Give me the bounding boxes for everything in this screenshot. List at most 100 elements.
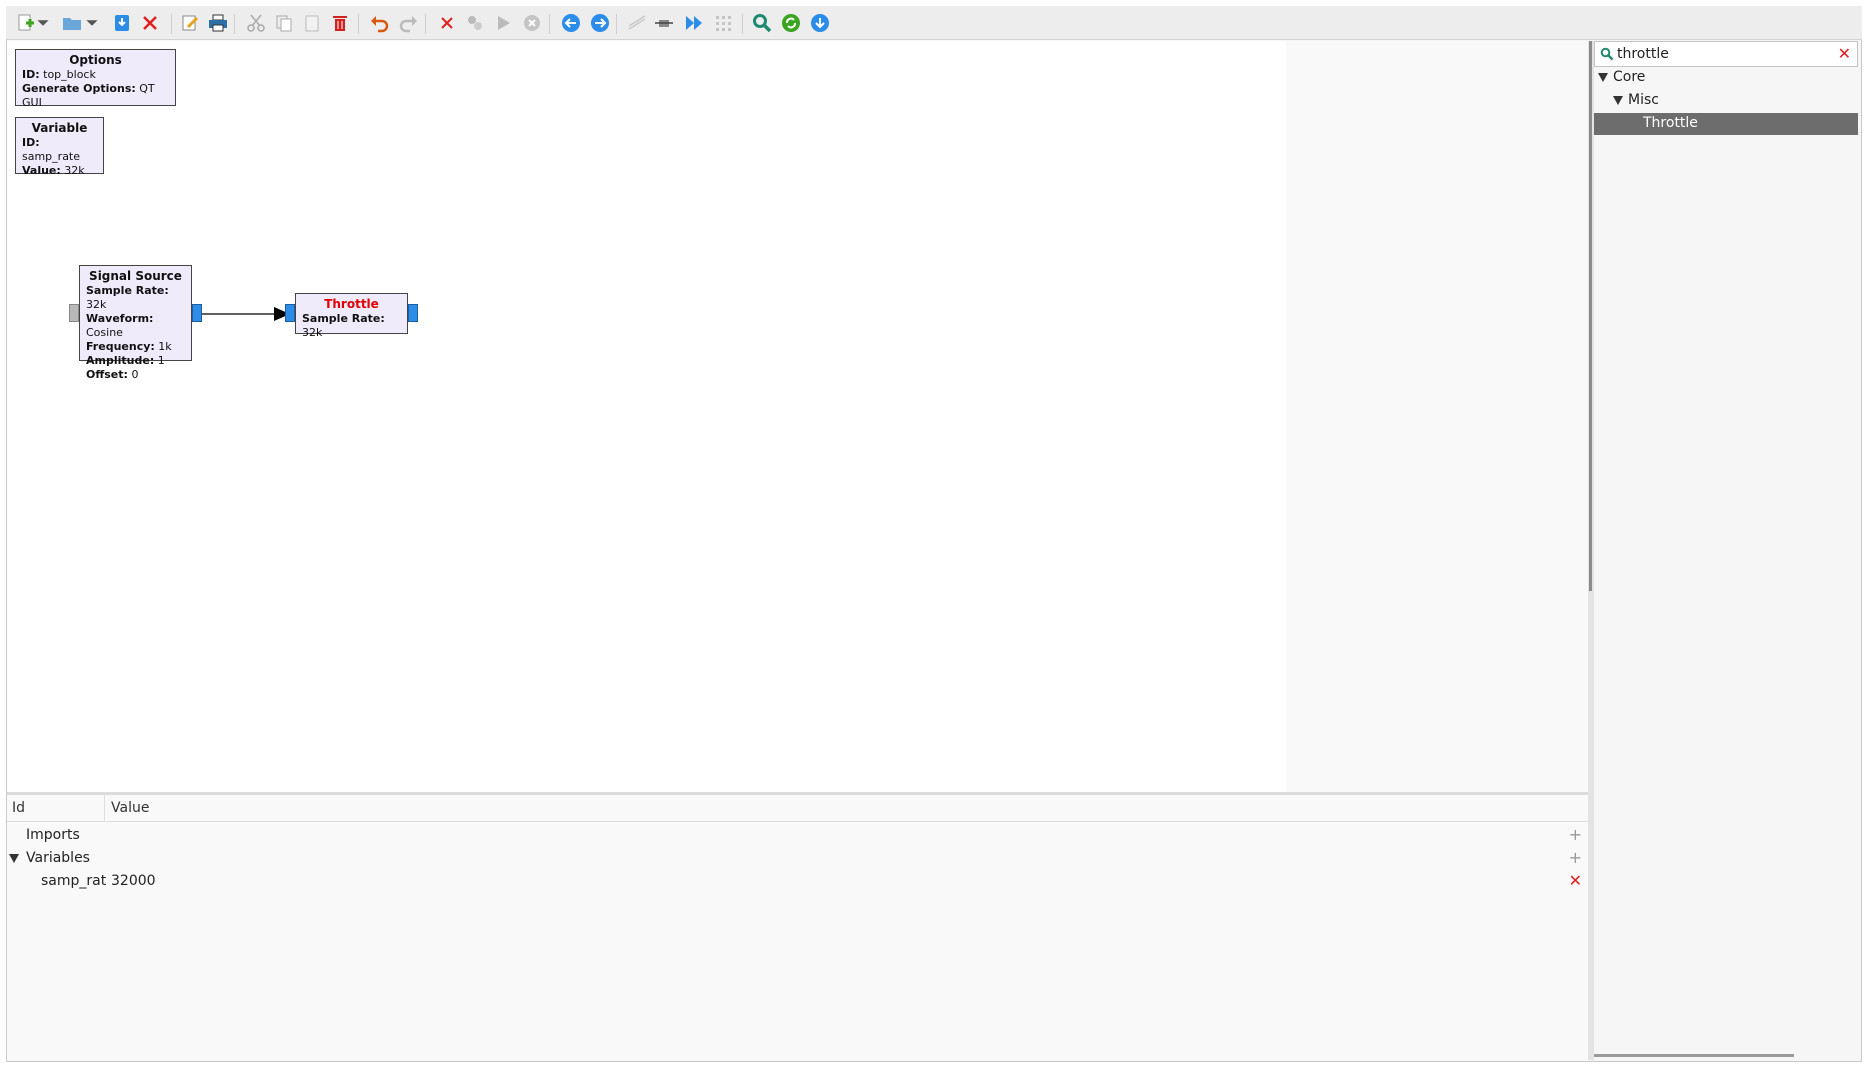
close-icon [441,17,453,29]
options-block[interactable]: Options ID: top_block Generate Options: … [15,49,176,109]
stop-button[interactable] [520,12,544,34]
toolbar-separator [234,14,235,34]
run-all-button[interactable] [682,12,706,34]
tree-item-misc[interactable]: Misc [1594,90,1858,112]
download-button[interactable] [808,12,832,34]
stop-icon [524,15,540,31]
tree-label: Misc [1628,92,1659,108]
block-library-panel: ✕ Core Misc Throttle [1594,41,1860,1060]
signal-source-block[interactable]: Signal Source Sample Rate: 32k Waveform:… [79,265,192,381]
variable-value: 32000 [111,873,156,889]
download-icon [811,14,829,32]
copy-icon [276,15,292,32]
forward-button[interactable] [588,12,612,34]
toolbar-separator [358,14,359,34]
grid-icon [716,16,731,31]
disable-block-button[interactable] [625,12,649,34]
add-import-icon[interactable]: + [1569,825,1582,844]
block-param: Value: 32k [22,164,85,177]
signal-source-output-port[interactable] [192,304,202,322]
column-id-header[interactable]: Id [12,800,25,816]
throttle-block[interactable]: Throttle Sample Rate: 32k [295,293,408,339]
library-search-box[interactable]: ✕ [1594,41,1858,67]
imports-label: Imports [26,827,80,843]
tree-item-throttle[interactable]: Throttle [1594,113,1858,135]
new-dropdown-button[interactable] [36,12,50,34]
execute-button[interactable] [491,12,515,34]
new-flowgraph-button[interactable] [14,12,38,34]
horizontal-scrollbar[interactable] [1594,1054,1794,1057]
scissors-icon [247,14,265,32]
new-file-icon [18,14,34,31]
redo-button[interactable] [396,12,420,34]
block-title: Signal Source [89,269,182,283]
search-icon [753,14,772,33]
expander-down-icon[interactable] [1598,73,1608,82]
add-variable-icon[interactable]: + [1569,848,1582,867]
variables-row[interactable]: Variables + [7,848,1588,870]
search-icon [1600,47,1614,61]
print-icon [209,14,227,32]
block-title: Throttle [324,297,379,311]
print-button[interactable] [206,12,230,34]
back-button[interactable] [559,12,583,34]
column-value-header[interactable]: Value [111,800,149,816]
remove-variable-icon[interactable]: ✕ [1569,871,1582,890]
block-param: Offset: 0 [86,368,139,381]
column-divider[interactable] [104,795,105,821]
variables-label: Variables [26,850,90,866]
close-button[interactable] [138,12,162,34]
block-param: Sample Rate: 32k [302,312,385,339]
close-icon [143,16,157,30]
block-param: ID: top_block [22,68,96,81]
open-dropdown-button[interactable] [85,12,99,34]
variable-block[interactable]: Variable ID: samp_rate Value: 32k [15,117,104,177]
clear-search-icon[interactable]: ✕ [1838,44,1851,63]
generate-button[interactable] [463,12,487,34]
toolbar [6,6,1862,40]
paste-button[interactable] [300,12,324,34]
copy-button[interactable] [272,12,296,34]
block-param: Frequency: 1k [86,340,172,353]
column-header: Id Value [7,795,1588,822]
kill-button[interactable] [435,12,459,34]
reload-icon [782,14,800,32]
throttle-output-port[interactable] [408,304,418,322]
toolbar-separator [742,14,743,34]
canvas-area[interactable] [7,41,1286,792]
block-param: Generate Options: QT GUI [22,82,155,109]
chevron-down-icon [86,20,98,26]
variable-id: samp_rat [41,873,107,889]
bypass-block-button[interactable] [652,12,676,34]
variable-row[interactable]: samp_rat 32000 ✕ [7,871,1588,893]
expander-down-icon[interactable] [9,854,19,863]
undo-icon [371,16,389,33]
delete-button[interactable] [328,12,352,34]
cut-button[interactable] [244,12,268,34]
library-search-input[interactable] [1617,44,1827,64]
gears-icon [468,16,482,30]
reload-button[interactable] [779,12,803,34]
tree-item-core[interactable]: Core [1594,67,1858,89]
bypass-icon [655,20,673,27]
scrollbar-thumb[interactable] [1589,41,1592,591]
properties-button[interactable] [178,12,202,34]
throttle-input-port[interactable] [285,304,295,322]
flowgraph-canvas[interactable]: Options ID: top_block Generate Options: … [7,41,1588,792]
imports-row[interactable]: Imports + [7,825,1588,847]
block-param: Sample Rate: 32k [86,284,169,311]
toolbar-separator [549,14,550,34]
fast-forward-icon [686,16,702,30]
expander-down-icon[interactable] [1613,96,1623,105]
redo-icon [399,16,417,33]
find-block-button[interactable] [750,12,774,34]
folder-icon [63,18,81,30]
play-icon [498,16,510,30]
undo-button[interactable] [368,12,392,34]
arrow-left-icon [562,14,580,32]
save-button[interactable] [110,12,134,34]
open-button[interactable] [60,12,84,34]
connection-arrow[interactable] [202,306,292,322]
signal-source-input-port[interactable] [69,304,79,322]
grid-button[interactable] [711,12,735,34]
